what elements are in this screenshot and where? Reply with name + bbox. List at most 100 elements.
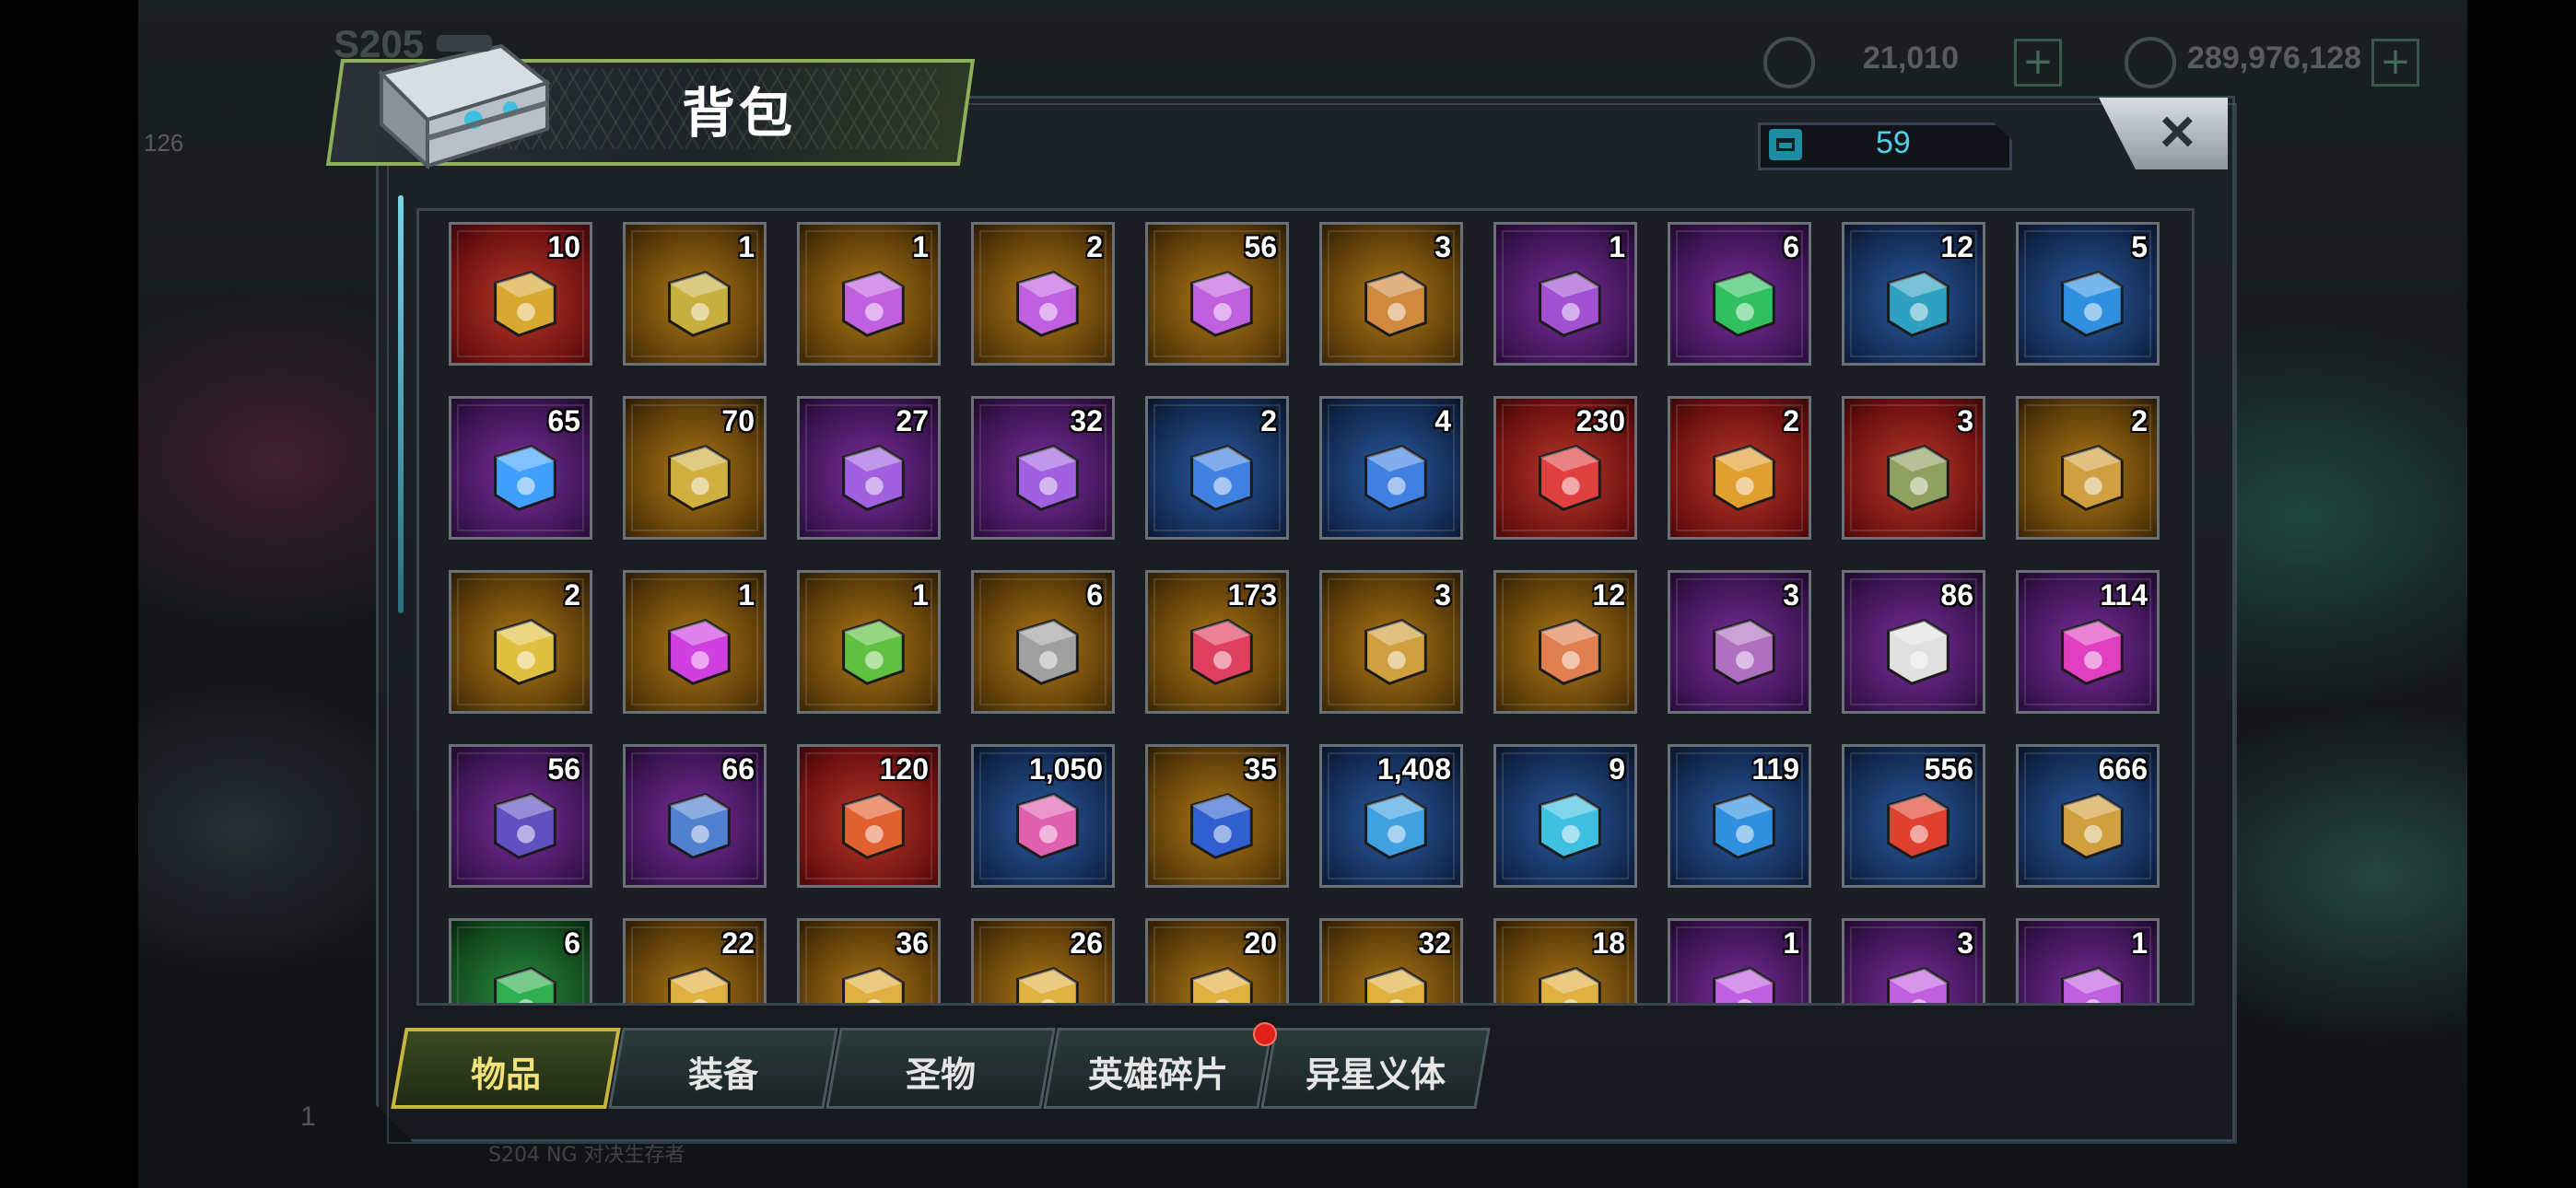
item-slot[interactable]: 666 bbox=[2016, 744, 2160, 888]
steel-crate-icon bbox=[1364, 271, 1427, 337]
item-slot[interactable]: 2 bbox=[1668, 396, 1811, 540]
red-lips-cap-icon bbox=[1190, 619, 1253, 685]
item-slot[interactable]: 18 bbox=[1493, 918, 1637, 1003]
item-count: 1 bbox=[912, 578, 929, 611]
item-count: 86 bbox=[1940, 578, 1973, 611]
crystal-chest-lv1-icon bbox=[1190, 271, 1253, 337]
red-ticket-icon bbox=[1539, 445, 1601, 511]
item-count: 26 bbox=[1070, 926, 1103, 960]
screen-edge-left bbox=[0, 0, 138, 1188]
purple-cube-icon bbox=[1713, 619, 1775, 685]
item-slot[interactable]: 2 bbox=[1145, 396, 1289, 540]
item-slot[interactable]: 1 bbox=[1493, 222, 1637, 366]
item-slot[interactable]: 3 bbox=[1319, 570, 1463, 714]
item-slot[interactable]: 65 bbox=[449, 396, 592, 540]
hud-add-resource-2-button[interactable]: + bbox=[2371, 39, 2419, 87]
tab-label[interactable]: 英雄碎片 bbox=[1050, 1046, 1266, 1097]
item-count: 114 bbox=[2100, 578, 2148, 611]
item-count: 2 bbox=[2131, 404, 2148, 437]
item-slot[interactable]: 12 bbox=[1493, 570, 1637, 714]
tab-label[interactable]: 物品 bbox=[398, 1046, 614, 1097]
cinema-ticket-icon bbox=[1364, 793, 1427, 859]
item-slot[interactable]: 32 bbox=[971, 396, 1115, 540]
item-slot[interactable]: 1 bbox=[623, 222, 767, 366]
item-count: 3 bbox=[1957, 926, 1973, 960]
item-slot[interactable]: 120 bbox=[797, 744, 941, 888]
hud-add-resource-1-button[interactable]: + bbox=[2014, 39, 2062, 87]
purple-blueprint-icon bbox=[1887, 967, 1950, 1003]
item-slot[interactable]: 2 bbox=[971, 222, 1115, 366]
purple-crate-iv-icon bbox=[1539, 271, 1601, 337]
item-slot[interactable]: 173 bbox=[1145, 570, 1289, 714]
tab-label[interactable]: 装备 bbox=[615, 1046, 831, 1097]
item-slot[interactable]: 12 bbox=[1842, 222, 1985, 366]
item-slot[interactable]: 3 bbox=[1319, 222, 1463, 366]
speedup-12h-icon bbox=[1016, 445, 1079, 511]
item-slot[interactable]: 1,408 bbox=[1319, 744, 1463, 888]
item-count: 120 bbox=[879, 752, 929, 786]
item-slot[interactable]: 32 bbox=[1319, 918, 1463, 1003]
item-slot[interactable]: 6 bbox=[1668, 222, 1811, 366]
item-slot[interactable]: 35 bbox=[1145, 744, 1289, 888]
item-slot[interactable]: 22 bbox=[623, 918, 767, 1003]
item-slot[interactable]: 86 bbox=[1842, 570, 1985, 714]
item-slot[interactable]: 56 bbox=[1145, 222, 1289, 366]
item-slot[interactable]: 6 bbox=[971, 570, 1115, 714]
item-count: 666 bbox=[2098, 752, 2148, 786]
item-slot[interactable]: 66 bbox=[623, 744, 767, 888]
item-count: 173 bbox=[1227, 578, 1277, 611]
item-slot[interactable]: 56 bbox=[449, 744, 592, 888]
item-count: 18 bbox=[1592, 926, 1625, 960]
item-slot[interactable]: 114 bbox=[2016, 570, 2160, 714]
hud-bottom-text: S204 NG 对决生存者 bbox=[488, 1144, 685, 1167]
window-title: 背包 bbox=[682, 82, 797, 145]
item-slot[interactable]: 2 bbox=[2016, 396, 2160, 540]
item-slot[interactable]: 556 bbox=[1842, 744, 1985, 888]
item-count: 70 bbox=[721, 404, 755, 437]
bullet-icon bbox=[2061, 793, 2124, 859]
golden-gyro-icon bbox=[1364, 619, 1427, 685]
item-slot[interactable]: 70 bbox=[623, 396, 767, 540]
capacity-value: 59 bbox=[1876, 125, 1911, 160]
item-count: 9 bbox=[1609, 752, 1625, 786]
item-slot[interactable]: 1 bbox=[797, 570, 941, 714]
item-slot[interactable]: 1 bbox=[623, 570, 767, 714]
item-slot[interactable]: 1 bbox=[1668, 918, 1811, 1003]
item-slot[interactable]: 3 bbox=[1668, 570, 1811, 714]
item-slot[interactable]: 27 bbox=[797, 396, 941, 540]
item-slot[interactable]: 1 bbox=[2016, 918, 2160, 1003]
screen-edge-right bbox=[2467, 0, 2576, 1188]
purple-blueprint-icon bbox=[2061, 967, 2124, 1003]
hud-resource-icon bbox=[1763, 37, 1815, 88]
close-icon[interactable]: × bbox=[2160, 96, 2195, 166]
item-slot[interactable]: 3 bbox=[1842, 396, 1985, 540]
item-slot[interactable]: 6 bbox=[449, 918, 592, 1003]
item-count: 36 bbox=[896, 926, 929, 960]
item-count: 32 bbox=[1418, 926, 1451, 960]
item-slot[interactable]: 10 bbox=[449, 222, 592, 366]
item-slot[interactable]: 20 bbox=[1145, 918, 1289, 1003]
item-slot[interactable]: 119 bbox=[1668, 744, 1811, 888]
tab-label[interactable]: 异星义体 bbox=[1268, 1046, 1483, 1097]
item-slot[interactable]: 230 bbox=[1493, 396, 1637, 540]
item-count: 3 bbox=[1783, 578, 1799, 611]
item-slot[interactable]: 36 bbox=[797, 918, 941, 1003]
item-slot[interactable]: 9 bbox=[1493, 744, 1637, 888]
item-count: 556 bbox=[1924, 752, 1973, 786]
gold-chest-vi-icon bbox=[668, 271, 731, 337]
item-slot[interactable]: 5 bbox=[2016, 222, 2160, 366]
scrollbar[interactable] bbox=[398, 195, 404, 613]
speedup-12h-purple-icon bbox=[842, 445, 905, 511]
pink-pass-icon bbox=[1016, 793, 1079, 859]
notification-dot bbox=[1253, 1022, 1277, 1046]
item-slot[interactable]: 3 bbox=[1842, 918, 1985, 1003]
pink-cap-icon bbox=[2061, 619, 2124, 685]
item-slot[interactable]: 1 bbox=[797, 222, 941, 366]
item-count: 1,050 bbox=[1028, 752, 1103, 786]
item-slot[interactable]: 1,050 bbox=[971, 744, 1115, 888]
item-slot[interactable]: 4 bbox=[1319, 396, 1463, 540]
item-slot[interactable]: 26 bbox=[971, 918, 1115, 1003]
item-slot[interactable]: 2 bbox=[449, 570, 592, 714]
tab-label[interactable]: 圣物 bbox=[833, 1046, 1048, 1097]
item-count: 1 bbox=[1783, 926, 1799, 960]
